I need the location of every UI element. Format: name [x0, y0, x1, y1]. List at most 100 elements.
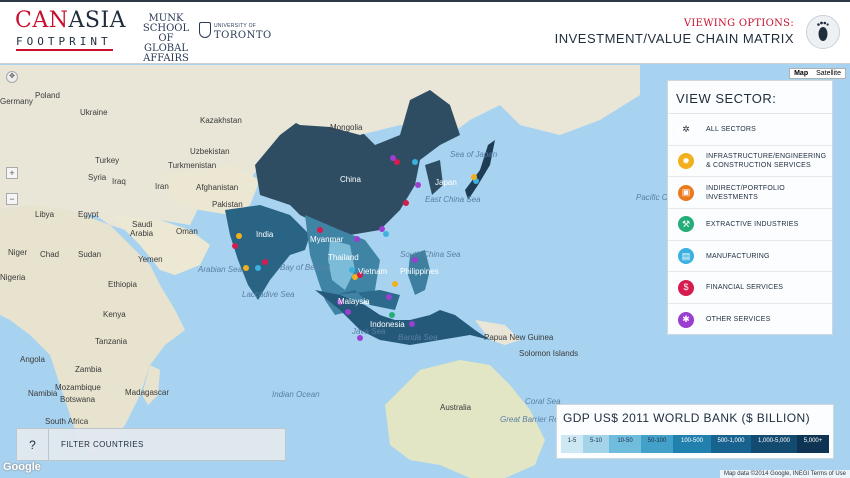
- map-label: Nigeria: [0, 273, 26, 282]
- marker-other[interactable]: [379, 226, 385, 232]
- marker-other[interactable]: [354, 236, 360, 242]
- map-label: Ethiopia: [108, 280, 137, 289]
- marker-other[interactable]: [386, 294, 392, 300]
- gear-icon: ✹: [678, 153, 694, 170]
- marker-other[interactable]: [415, 182, 421, 188]
- marker-infra[interactable]: [243, 265, 249, 271]
- canasia-logo[interactable]: CANASIA: [15, 10, 126, 32]
- all-sectors-icon: ✲: [678, 121, 694, 138]
- sector-item-label: MANUFACTURING: [706, 252, 770, 260]
- map-label: Angola: [20, 355, 45, 364]
- zoom-out-button[interactable]: −: [6, 193, 18, 205]
- marker-infra[interactable]: [392, 281, 398, 287]
- marker-manufacturing[interactable]: [412, 159, 418, 165]
- zoom-in-button[interactable]: +: [6, 167, 18, 179]
- map-label-india: India: [256, 230, 274, 239]
- map-label: Libya: [35, 210, 55, 219]
- map-label: Afghanistan: [196, 183, 239, 192]
- map-label-philippines: Philippines: [400, 267, 439, 276]
- marker-other[interactable]: [345, 309, 351, 315]
- sector-item[interactable]: ✲ ALL SECTORS: [668, 114, 832, 146]
- map-type-map[interactable]: Map: [790, 69, 812, 78]
- marker-financial[interactable]: [262, 259, 268, 265]
- map-label: Mozambique: [55, 383, 101, 392]
- map-label: Iran: [155, 182, 169, 191]
- logo-footprint-text: FOOTPRINT: [16, 35, 112, 48]
- dollar-icon: $: [678, 279, 694, 296]
- sector-item-label: FINANCIAL SERVICES: [706, 284, 784, 292]
- sector-item[interactable]: ⚒ EXTRACTIVE INDUSTRIES: [668, 209, 832, 241]
- munk-line: AFFAIRS: [143, 53, 189, 64]
- map-label: Turkmenistan: [168, 161, 217, 170]
- map-canvas[interactable]: Germany Poland Ukraine Kazakhstan Mongol…: [0, 65, 850, 478]
- marker-other[interactable]: [390, 155, 396, 161]
- filter-countries-button[interactable]: ? FILTER COUNTRIES: [16, 428, 286, 461]
- munk-school-logo[interactable]: MUNK SCHOOL OF GLOBAL AFFAIRS: [138, 14, 194, 64]
- map-label: Poland: [35, 91, 60, 100]
- map-label: Iraq: [112, 177, 126, 186]
- google-logo: Google: [3, 461, 41, 473]
- marker-infra[interactable]: [236, 233, 242, 239]
- marker-infra[interactable]: [471, 174, 477, 180]
- map-label: Oman: [176, 227, 198, 236]
- sector-item[interactable]: ▣ INDIRECT/PORTFOLIO INVESTMENTS: [668, 177, 832, 210]
- map-label-papua: Papua New Guinea: [484, 333, 554, 342]
- sector-panel-title: VIEW SECTOR:: [668, 81, 832, 114]
- sector-item[interactable]: $ FINANCIAL SERVICES: [668, 272, 832, 305]
- legend-swatch: 50-100: [641, 435, 673, 453]
- marker-financial[interactable]: [403, 200, 409, 206]
- sea-label: Sea of Japan: [450, 150, 498, 159]
- sector-item[interactable]: ✹ INFRASTRUCTURE/ENGINEERING & CONSTRUCTI…: [668, 146, 832, 178]
- marker-other[interactable]: [409, 321, 415, 327]
- sea-label: East China Sea: [425, 195, 481, 204]
- sea-label: Laccadive Sea: [242, 290, 295, 299]
- footprint-button[interactable]: [806, 15, 840, 49]
- map-attribution[interactable]: Map data ©2014 Google, INEGI Terms of Us…: [719, 470, 850, 478]
- sea-label: Banda Sea: [398, 333, 438, 342]
- map-label-china: China: [340, 175, 361, 184]
- legend-swatch: 100-500: [673, 435, 711, 453]
- marker-manufacturing[interactable]: [255, 265, 261, 271]
- pan-control[interactable]: ✥: [6, 71, 18, 83]
- marker-financial[interactable]: [232, 243, 238, 249]
- sea-label: Java Sea: [352, 327, 386, 336]
- uoft-logo-text[interactable]: TORONTO: [214, 30, 272, 41]
- logo-asia-text: ASIA: [68, 8, 127, 33]
- marker-manufacturing[interactable]: [383, 231, 389, 237]
- map-label: Saudi: [132, 220, 153, 229]
- legend-swatch: 5-10: [583, 435, 609, 453]
- app-header: CANASIA FOOTPRINT MUNK SCHOOL OF GLOBAL …: [0, 0, 850, 64]
- map-label: South Africa: [45, 417, 89, 426]
- footprint-icon: [817, 21, 829, 41]
- map-label: Germany: [0, 97, 33, 106]
- filter-countries-label: FILTER COUNTRIES: [61, 440, 144, 449]
- sector-item-label: EXTRACTIVE INDUSTRIES: [706, 220, 799, 228]
- legend-swatch: 500-1,000: [711, 435, 751, 453]
- legend-title: GDP US$ 2011 WORLD BANK ($ BILLION): [563, 411, 810, 425]
- sector-item[interactable]: ▤ MANUFACTURING: [668, 241, 832, 273]
- marker-manufacturing[interactable]: [349, 267, 355, 273]
- map-label-thailand: Thailand: [328, 253, 359, 262]
- logo-can-text: CAN: [15, 8, 69, 33]
- legend-scale: 1-5 5-10 10-50 50-100 100-500 500-1,000 1,000-…: [561, 435, 829, 453]
- map-label: Ukraine: [80, 108, 108, 117]
- map-label: Egypt: [78, 210, 99, 219]
- sea-label: South China Sea: [400, 250, 461, 259]
- sector-item[interactable]: ✱ OTHER SERVICES: [668, 304, 832, 336]
- map-label: Uzbekistan: [190, 147, 230, 156]
- marker-extractive[interactable]: [389, 312, 395, 318]
- map-label: Botswana: [60, 395, 96, 404]
- viewing-options-value[interactable]: INVESTMENT/VALUE CHAIN MATRIX: [555, 31, 794, 46]
- marker-financial[interactable]: [317, 227, 323, 233]
- map-label: Zambia: [75, 365, 102, 374]
- map-label-australia: Australia: [440, 403, 472, 412]
- viewing-options-label: VIEWING OPTIONS:: [683, 18, 794, 29]
- map-label: Syria: [88, 173, 107, 182]
- asterisk-icon: ✱: [678, 311, 694, 328]
- map-label-malaysia: Malaysia: [338, 297, 370, 306]
- sector-item-label: OTHER SERVICES: [706, 316, 771, 324]
- help-button[interactable]: ?: [17, 429, 49, 460]
- map-label: Tanzania: [95, 337, 128, 346]
- map-type-satellite[interactable]: Satellite: [812, 69, 845, 78]
- map-label: Pakistan: [212, 200, 243, 209]
